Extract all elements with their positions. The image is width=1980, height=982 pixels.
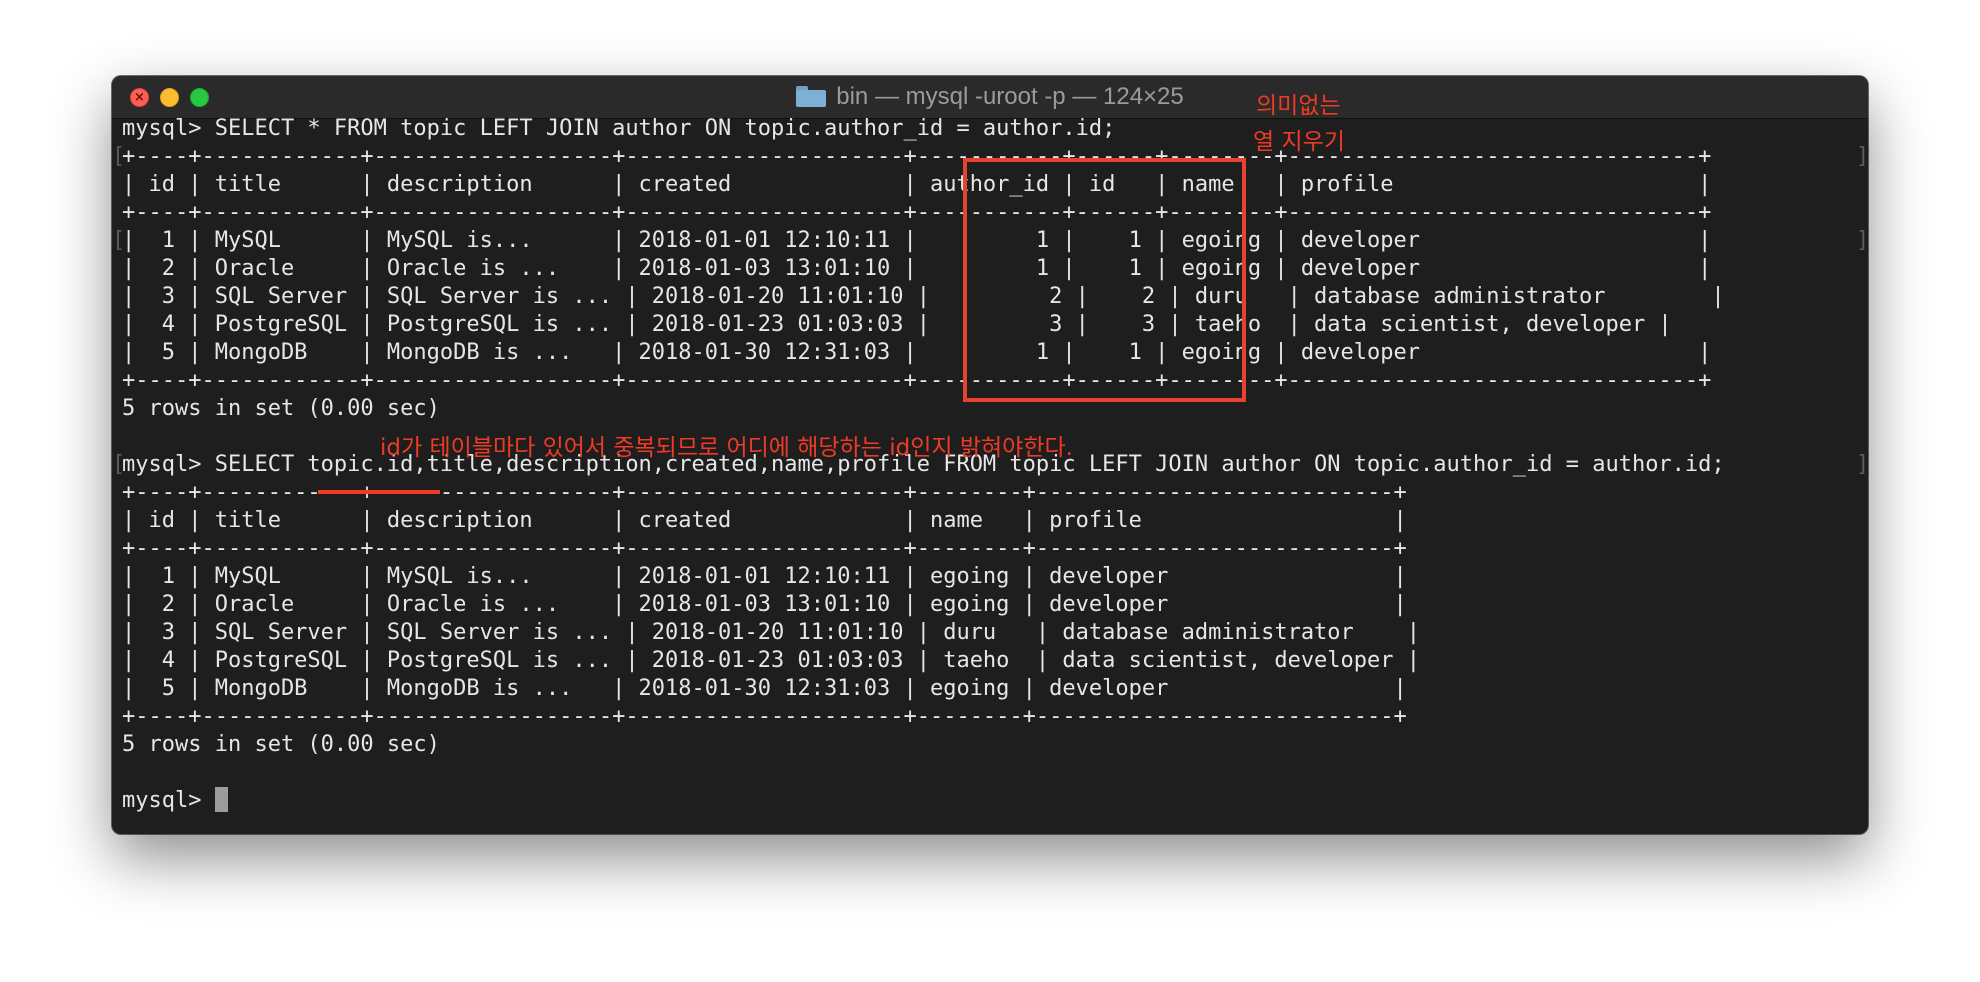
table-2-border-bottom: +----+------------+------------------+--…	[122, 704, 1407, 729]
table-2-border-mid: +----+------------+------------------+--…	[122, 536, 1407, 561]
title-bar[interactable]: × bin — mysql -uroot -p — 124×25	[112, 76, 1868, 119]
annotation-meaningless-line2: 열 지우기	[1253, 129, 1345, 155]
table-1-row: | 2 | Oracle | Oracle is ... | 2018-01-0…	[122, 256, 1712, 281]
gutter-mark-right: ]	[1856, 452, 1868, 477]
table-1-row: | 1 | MySQL | MySQL is... | 2018-01-01 1…	[122, 228, 1712, 253]
table-2-row: | 1 | MySQL | MySQL is... | 2018-01-01 1…	[122, 564, 1407, 589]
current-prompt[interactable]: mysql>	[122, 787, 228, 815]
query-1-prompt: mysql> SELECT * FROM topic LEFT JOIN aut…	[122, 116, 1116, 141]
result-summary-2: 5 rows in set (0.00 sec)	[122, 732, 440, 757]
table-2-row: | 4 | PostgreSQL | PostgreSQL is ... | 2…	[122, 648, 1421, 673]
table-1-row: | 4 | PostgreSQL | PostgreSQL is ... | 2…	[122, 312, 1672, 337]
table-2-row: | 3 | SQL Server | SQL Server is ... | 2…	[122, 620, 1421, 645]
gutter-mark-left: [	[112, 452, 126, 477]
window-title-text: bin — mysql -uroot -p — 124×25	[836, 83, 1184, 110]
table-1-border-top: +----+------------+------------------+--…	[122, 144, 1712, 169]
text-cursor	[214, 787, 228, 812]
annotation-duplicate-id: id가 테이블마다 있어서 중복되므로 어디에 해당하는 id인지 밝혀야한다.	[380, 435, 1073, 461]
window-title: bin — mysql -uroot -p — 124×25	[112, 76, 1868, 118]
table-1-row: | 3 | SQL Server | SQL Server is ... | 2…	[122, 284, 1725, 309]
result-summary-1: 5 rows in set (0.00 sec)	[122, 396, 440, 421]
folder-icon	[796, 86, 827, 107]
table-1-row: | 5 | MongoDB | MongoDB is ... | 2018-01…	[122, 340, 1712, 365]
gutter-mark-right: ]	[1856, 144, 1868, 169]
redundant-columns-highlight	[963, 158, 1246, 402]
annotation-meaningless-line1: 의미없는	[1256, 93, 1341, 119]
topic-id-underline	[318, 490, 440, 494]
table-2-row: | 5 | MongoDB | MongoDB is ... | 2018-01…	[122, 676, 1407, 701]
gutter-mark-left: [	[112, 228, 126, 253]
gutter-mark-left: [	[112, 144, 126, 169]
table-2-header-row: | id | title | description | created | n…	[122, 508, 1407, 533]
table-1-header-row: | id | title | description | created | a…	[122, 172, 1712, 197]
gutter-mark-right: ]	[1856, 228, 1868, 253]
table-2-row: | 2 | Oracle | Oracle is ... | 2018-01-0…	[122, 592, 1407, 617]
table-1-border-mid: +----+------------+------------------+--…	[122, 200, 1712, 225]
table-1-border-bottom: +----+------------+------------------+--…	[122, 368, 1712, 393]
table-2-border-top: +----+------------+------------------+--…	[122, 480, 1407, 505]
prompt-text: mysql>	[122, 788, 215, 813]
